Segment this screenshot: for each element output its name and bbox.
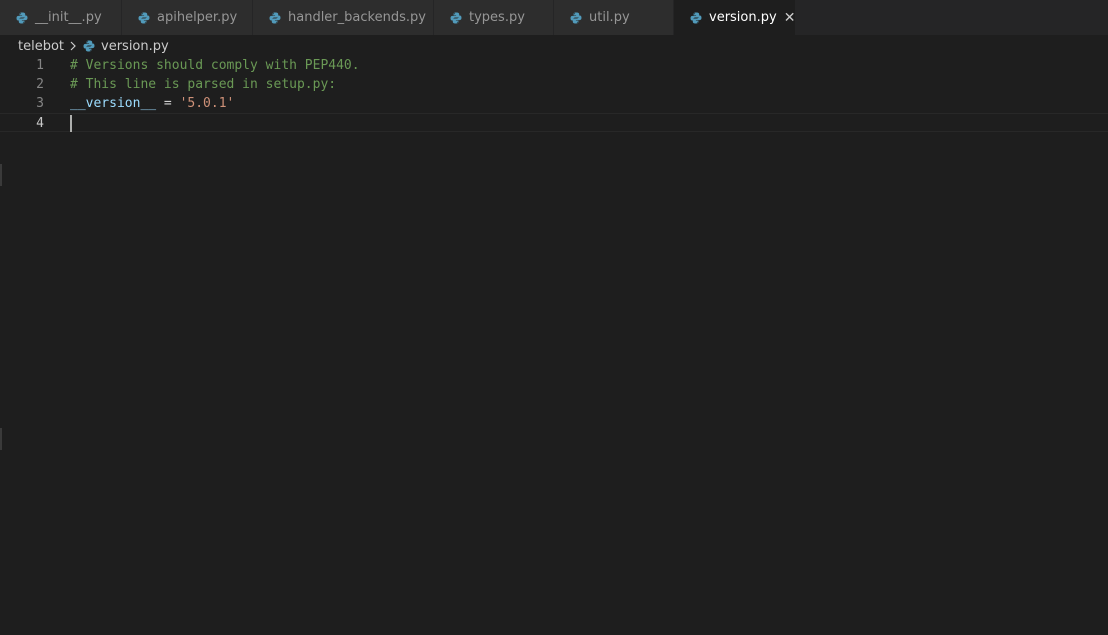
code-line[interactable]: 2 # This line is parsed in setup.py:	[0, 75, 1108, 94]
code-line[interactable]: 1 # Versions should comply with PEP440.	[0, 56, 1108, 75]
gutter-marker	[0, 164, 2, 186]
line-number: 1	[36, 58, 44, 73]
python-file-icon	[450, 12, 462, 23]
tab-label: types.py	[469, 10, 525, 25]
gutter-marker	[0, 428, 2, 450]
line-number: 3	[36, 96, 44, 111]
tab-init-py[interactable]: __init__.py	[0, 0, 122, 35]
code-statement: __version__ = '5.0.1'	[70, 94, 234, 113]
tab-types-py[interactable]: types.py	[434, 0, 554, 35]
vscode-editor-window: __init__.py apihelper.py handler_backend…	[0, 0, 1108, 635]
python-file-icon	[570, 12, 582, 23]
python-file-icon	[16, 12, 28, 23]
tab-label: version.py	[709, 10, 777, 25]
version-variable: __version__	[70, 96, 157, 111]
assignment-operator: =	[156, 96, 180, 111]
editor-tab-bar: __init__.py apihelper.py handler_backend…	[0, 0, 1108, 35]
line-number: 2	[36, 77, 44, 92]
code-editor[interactable]: 1 # Versions should comply with PEP440. …	[0, 56, 1108, 635]
code-line-current[interactable]: 4	[0, 113, 1108, 132]
line-number: 4	[36, 116, 44, 131]
tab-label: util.py	[589, 10, 630, 25]
code-comment: # Versions should comply with PEP440.	[70, 58, 360, 73]
code-line[interactable]: 3 __version__ = '5.0.1'	[0, 94, 1108, 113]
python-file-icon	[690, 12, 702, 23]
chevron-right-icon	[70, 41, 76, 51]
python-file-icon	[269, 12, 281, 23]
version-string: '5.0.1'	[179, 96, 235, 111]
tab-label: apihelper.py	[157, 10, 238, 25]
tab-version-py[interactable]: version.py ✕	[674, 0, 796, 35]
breadcrumb-folder[interactable]: telebot	[18, 39, 64, 54]
tab-util-py[interactable]: util.py	[554, 0, 674, 35]
tab-label: __init__.py	[35, 10, 102, 25]
python-file-icon	[138, 12, 150, 23]
tab-label: handler_backends.py	[288, 10, 426, 25]
tab-apihelper-py[interactable]: apihelper.py	[122, 0, 253, 35]
python-file-icon	[83, 40, 95, 52]
close-icon[interactable]: ✕	[784, 10, 796, 26]
breadcrumb: telebot version.py	[0, 35, 169, 57]
text-cursor	[70, 115, 72, 132]
code-comment: # This line is parsed in setup.py:	[70, 77, 337, 92]
tab-handler-backends-py[interactable]: handler_backends.py	[253, 0, 434, 35]
breadcrumb-file[interactable]: version.py	[101, 39, 169, 54]
